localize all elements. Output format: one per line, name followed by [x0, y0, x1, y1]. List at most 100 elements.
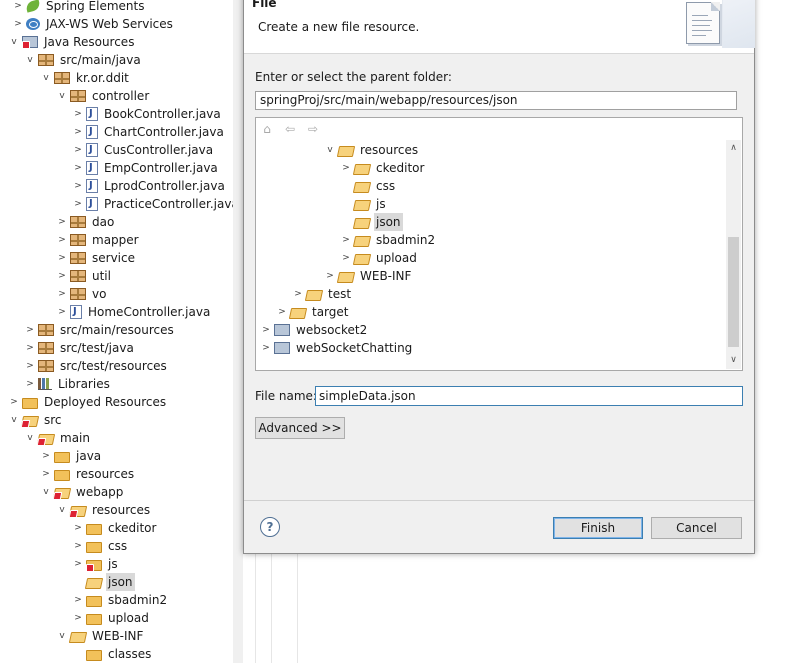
tree-item-folder[interactable]: > js: [72, 555, 120, 573]
chevron-right-icon[interactable]: >: [324, 267, 336, 285]
chevron-right-icon[interactable]: >: [56, 249, 68, 267]
editor-area[interactable]: [243, 553, 785, 663]
tree-item-jax-ws[interactable]: > JAX-WS Web Services: [12, 15, 175, 33]
tree-item-java-file[interactable]: >BookController.java: [72, 105, 223, 123]
back-arrow-icon[interactable]: ⇦: [283, 123, 297, 135]
tree-item-java-folder[interactable]: > java: [40, 447, 103, 465]
chevron-right-icon[interactable]: >: [56, 285, 68, 303]
tree-item-project[interactable]: > websocket2: [260, 321, 369, 339]
parent-folder-input[interactable]: springProj/src/main/webapp/resources/jso…: [255, 91, 737, 110]
chevron-right-icon[interactable]: >: [72, 195, 84, 213]
tree-item-folder[interactable]: > WEB-INF: [324, 267, 413, 285]
tree-item-java-file[interactable]: >EmpController.java: [72, 159, 220, 177]
chevron-right-icon[interactable]: >: [12, 0, 24, 15]
tree-item-source-folder[interactable]: > src/test/resources: [24, 357, 169, 375]
chevron-right-icon[interactable]: >: [72, 609, 84, 627]
tree-item-folder[interactable]: js: [340, 195, 388, 213]
chevron-right-icon[interactable]: >: [72, 159, 84, 177]
chevron-right-icon[interactable]: >: [12, 15, 24, 33]
chevron-right-icon[interactable]: >: [40, 447, 52, 465]
chevron-down-icon[interactable]: v: [56, 87, 68, 105]
folder-tree[interactable]: ⌂ ⇦ ⇨ v resources > ckeditor css js json >…: [255, 117, 743, 371]
tree-item-package[interactable]: v controller: [56, 87, 151, 105]
advanced-button[interactable]: Advanced >>: [255, 417, 345, 439]
chevron-down-icon[interactable]: v: [24, 429, 36, 447]
tree-item-java-file[interactable]: >PracticeController.java: [72, 195, 233, 213]
tree-item-source-folder[interactable]: > src/test/java: [24, 339, 136, 357]
chevron-right-icon[interactable]: >: [260, 321, 272, 339]
tree-item-package[interactable]: > mapper: [56, 231, 141, 249]
tree-item-src-main-java[interactable]: v src/main/java: [24, 51, 143, 69]
scroll-down-icon[interactable]: ∨: [726, 352, 741, 369]
chevron-right-icon[interactable]: >: [72, 105, 84, 123]
tree-item-source-folder[interactable]: > src/main/resources: [24, 321, 176, 339]
cancel-button[interactable]: Cancel: [651, 517, 742, 539]
scroll-up-icon[interactable]: ∧: [726, 140, 741, 157]
chevron-right-icon[interactable]: >: [72, 177, 84, 195]
tree-item-package[interactable]: > service: [56, 249, 137, 267]
tree-item-src[interactable]: v src: [8, 411, 64, 429]
chevron-down-icon[interactable]: v: [40, 483, 52, 501]
tree-item-java-file[interactable]: >LprodController.java: [72, 177, 227, 195]
tree-item-java-resources[interactable]: v Java Resources: [8, 33, 136, 51]
tree-item-folder[interactable]: > target: [276, 303, 351, 321]
tree-item-resources-folder[interactable]: > resources: [40, 465, 136, 483]
chevron-right-icon[interactable]: >: [56, 213, 68, 231]
tree-item-folder[interactable]: > upload: [340, 249, 419, 267]
tree-item-deployed-resources[interactable]: > Deployed Resources: [8, 393, 168, 411]
tree-item-json-selected[interactable]: json: [72, 573, 135, 591]
forward-arrow-icon[interactable]: ⇨: [306, 123, 320, 135]
chevron-right-icon[interactable]: >: [56, 267, 68, 285]
finish-button[interactable]: Finish: [553, 517, 643, 539]
chevron-right-icon[interactable]: >: [72, 519, 84, 537]
tree-item-folder[interactable]: > css: [72, 537, 129, 555]
tree-item-java-file[interactable]: >HomeController.java: [56, 303, 212, 321]
tree-item-folder[interactable]: classes: [72, 645, 153, 663]
chevron-right-icon[interactable]: >: [260, 339, 272, 357]
chevron-right-icon[interactable]: >: [40, 465, 52, 483]
chevron-down-icon[interactable]: v: [8, 33, 20, 51]
chevron-right-icon[interactable]: >: [72, 537, 84, 555]
chevron-down-icon[interactable]: v: [24, 51, 36, 69]
chevron-right-icon[interactable]: >: [56, 231, 68, 249]
tree-item-libraries[interactable]: > Libraries: [24, 375, 112, 393]
chevron-right-icon[interactable]: >: [56, 303, 68, 321]
tree-item-java-file[interactable]: >CusController.java: [72, 141, 215, 159]
tree-item-spring-elements[interactable]: > Spring Elements: [12, 0, 146, 15]
chevron-down-icon[interactable]: v: [8, 411, 20, 429]
tree-item-webapp[interactable]: v webapp: [40, 483, 125, 501]
tree-item-package[interactable]: > vo: [56, 285, 108, 303]
chevron-right-icon[interactable]: >: [24, 375, 36, 393]
tree-item-package[interactable]: > dao: [56, 213, 116, 231]
tree-item-java-file[interactable]: >ChartController.java: [72, 123, 226, 141]
chevron-right-icon[interactable]: >: [292, 285, 304, 303]
tree-item-package[interactable]: v kr.or.ddit: [40, 69, 131, 87]
tree-item-json-selected[interactable]: json: [340, 213, 403, 231]
chevron-right-icon[interactable]: >: [72, 141, 84, 159]
chevron-right-icon[interactable]: >: [24, 357, 36, 375]
tree-item-web-inf[interactable]: v WEB-INF: [56, 627, 145, 645]
chevron-right-icon[interactable]: >: [24, 321, 36, 339]
chevron-right-icon[interactable]: >: [340, 159, 352, 177]
chevron-down-icon[interactable]: v: [324, 141, 336, 159]
scrollbar-thumb[interactable]: [728, 237, 739, 347]
file-name-input[interactable]: simpleData.json: [315, 386, 743, 406]
tree-item-project[interactable]: > webSocketChatting: [260, 339, 414, 357]
help-icon[interactable]: ?: [260, 517, 280, 537]
tree-item-folder[interactable]: > test: [292, 285, 353, 303]
chevron-right-icon[interactable]: >: [72, 591, 84, 609]
chevron-right-icon[interactable]: >: [276, 303, 288, 321]
tree-item-folder[interactable]: > ckeditor: [340, 159, 426, 177]
chevron-right-icon[interactable]: >: [340, 231, 352, 249]
tree-item-folder[interactable]: > sbadmin2: [340, 231, 437, 249]
tree-item-folder[interactable]: > ckeditor: [72, 519, 158, 537]
tree-vertical-scrollbar[interactable]: ∧ ∨: [726, 140, 741, 369]
tree-item-folder[interactable]: css: [340, 177, 397, 195]
home-icon[interactable]: ⌂: [260, 123, 274, 135]
tree-item-main[interactable]: v main: [24, 429, 92, 447]
tree-item-folder[interactable]: > sbadmin2: [72, 591, 169, 609]
chevron-right-icon[interactable]: >: [24, 339, 36, 357]
chevron-down-icon[interactable]: v: [56, 627, 68, 645]
chevron-down-icon[interactable]: v: [56, 501, 68, 519]
tree-item-package[interactable]: > util: [56, 267, 113, 285]
